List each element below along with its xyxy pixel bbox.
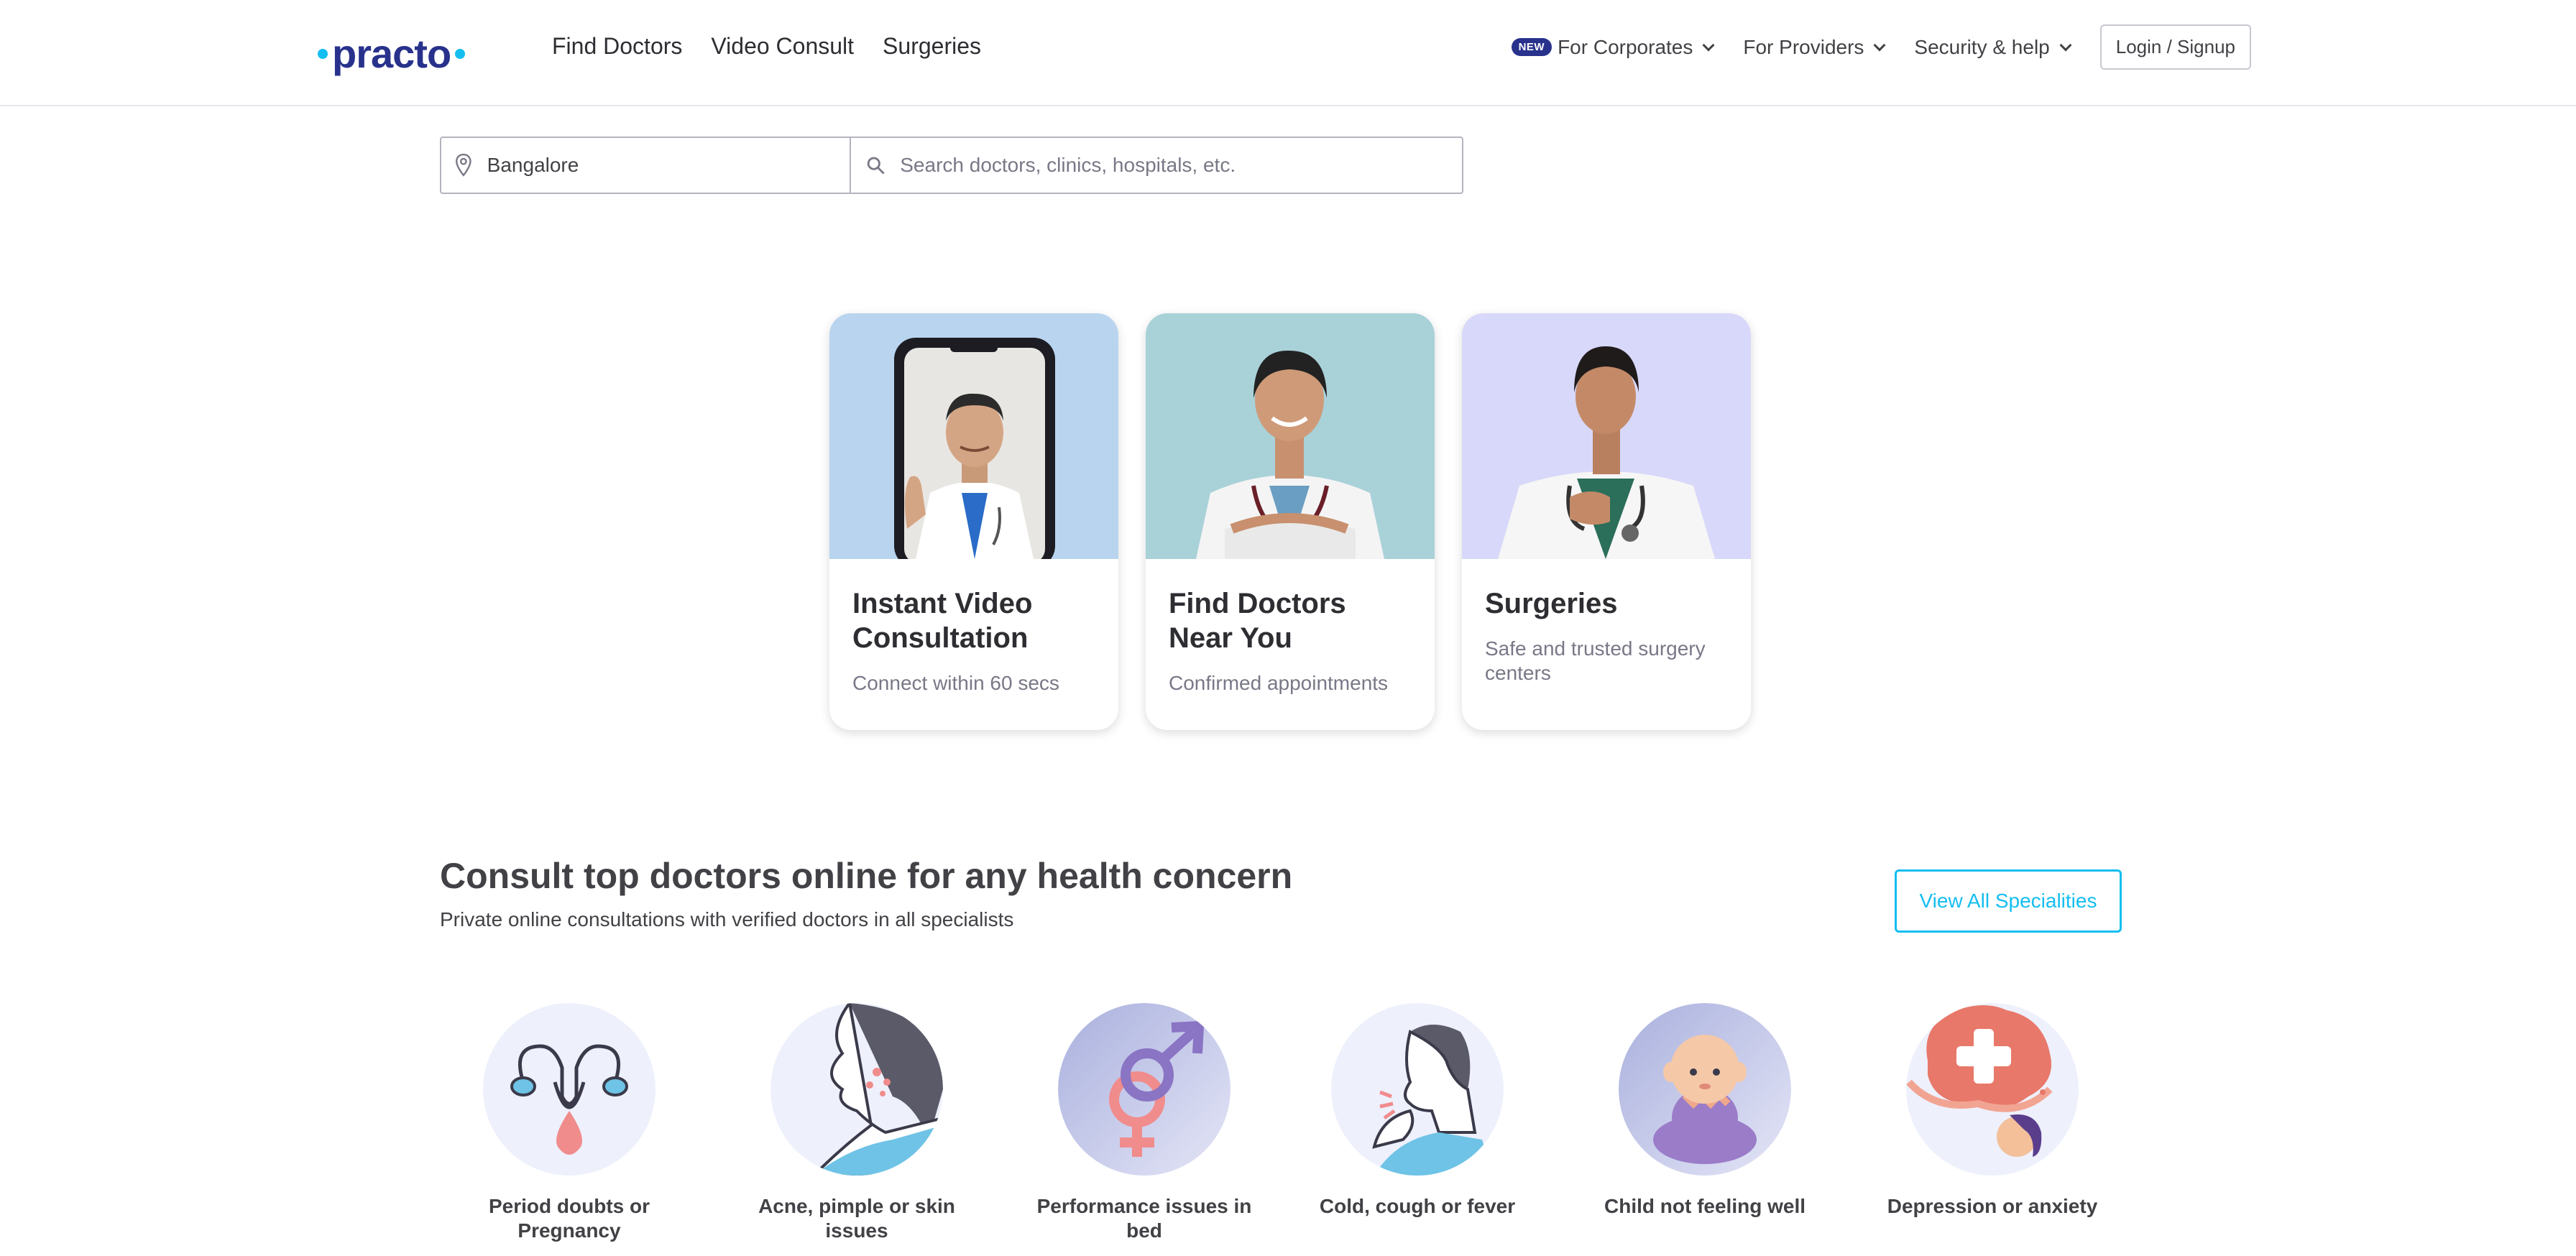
speciality-label: Child not feeling well (1604, 1195, 1806, 1217)
skin-icon (770, 1003, 943, 1176)
login-signup-button[interactable]: Login / Signup (2099, 24, 2251, 70)
chevron-down-icon (2059, 39, 2072, 51)
location-pin-icon (456, 153, 472, 177)
location-input[interactable] (487, 154, 850, 177)
logo-text: practo (332, 31, 451, 76)
search-icon (867, 157, 885, 175)
card-image-surgeries (1462, 313, 1751, 559)
nav-video-consult[interactable]: Video Consult (711, 33, 854, 60)
for-corporates-dropdown[interactable]: NEW For Corporates (1511, 35, 1715, 59)
card-subtitle: Connect within 60 secs (852, 672, 1059, 694)
surgeon-illustration (1498, 346, 1715, 559)
card-instant-video-consultation[interactable]: Instant Video Consultation Connect withi… (829, 313, 1118, 730)
speciality-label: Depression or anxiety (1887, 1195, 2098, 1217)
card-title: Surgeries (1485, 588, 1618, 619)
practo-logo[interactable]: practo (318, 29, 466, 79)
query-field[interactable] (851, 138, 1462, 193)
security-help-dropdown[interactable]: Security & help (1914, 35, 2072, 59)
chevron-down-icon (1702, 39, 1715, 51)
search-input[interactable] (900, 154, 1462, 177)
specialities-section-title: Consult top doctors online for any healt… (440, 856, 1293, 896)
nav-surgeries[interactable]: Surgeries (883, 33, 981, 60)
view-all-specialities-button[interactable]: View All Specialities (1895, 869, 2122, 933)
main-nav: Find Doctors Video Consult Surgeries (552, 33, 981, 60)
for-corporates-label: For Corporates (1558, 35, 1693, 58)
logo-dot-left (318, 49, 328, 59)
gender-icon (1058, 1003, 1230, 1176)
speciality-cold-cough-fever[interactable]: Cold, cough or fever (1310, 1003, 1525, 1219)
speciality-depression-anxiety[interactable]: Depression or anxiety (1885, 1003, 2100, 1219)
speciality-label: Cold, cough or fever (1319, 1195, 1516, 1217)
speciality-period-pregnancy[interactable]: Period doubts or Pregnancy (461, 1003, 677, 1243)
speciality-child-unwell[interactable]: Child not feeling well (1597, 1003, 1813, 1219)
card-title: Instant Video Consultation (852, 588, 1033, 654)
top-header: practo Find Doctors Video Consult Surger… (0, 0, 2576, 106)
baby-icon (1619, 1003, 1791, 1176)
logo-dot-right (455, 49, 466, 59)
chevron-down-icon (1873, 39, 1886, 51)
card-subtitle: Safe and trusted surgery centers (1485, 637, 1706, 684)
speciality-acne-skin[interactable]: Acne, pimple or skin issues (749, 1003, 965, 1243)
card-surgeries[interactable]: Surgeries Safe and trusted surgery cente… (1462, 313, 1751, 730)
card-title: Find Doctors Near You (1169, 588, 1346, 654)
new-badge: NEW (1511, 38, 1552, 56)
mental-health-icon (1906, 1003, 2079, 1176)
nav-find-doctors[interactable]: Find Doctors (552, 33, 682, 60)
right-nav: NEW For Corporates For Providers Securit… (1511, 24, 2251, 70)
card-image-video-consult (829, 313, 1118, 559)
location-field[interactable] (441, 138, 851, 193)
doctor-on-phone-illustration (894, 338, 1055, 559)
search-bar (440, 137, 1463, 194)
card-image-find-doctors (1146, 313, 1435, 559)
uterus-icon (483, 1003, 656, 1176)
speciality-label: Acne, pimple or skin issues (758, 1195, 955, 1242)
card-find-doctors-near-you[interactable]: Find Doctors Near You Confirmed appointm… (1146, 313, 1435, 730)
speciality-label: Period doubts or Pregnancy (489, 1195, 650, 1242)
card-subtitle: Confirmed appointments (1169, 672, 1389, 694)
for-providers-label: For Providers (1743, 35, 1864, 58)
for-providers-dropdown[interactable]: For Providers (1743, 35, 1886, 59)
specialities-section-subtitle: Private online consultations with verifi… (440, 908, 1014, 931)
speciality-label: Performance issues in bed (1036, 1195, 1252, 1242)
speciality-performance[interactable]: Performance issues in bed (1036, 1003, 1252, 1243)
security-help-label: Security & help (1914, 35, 2050, 58)
doctor-arms-crossed-illustration (1196, 350, 1384, 559)
cough-icon (1331, 1003, 1504, 1176)
